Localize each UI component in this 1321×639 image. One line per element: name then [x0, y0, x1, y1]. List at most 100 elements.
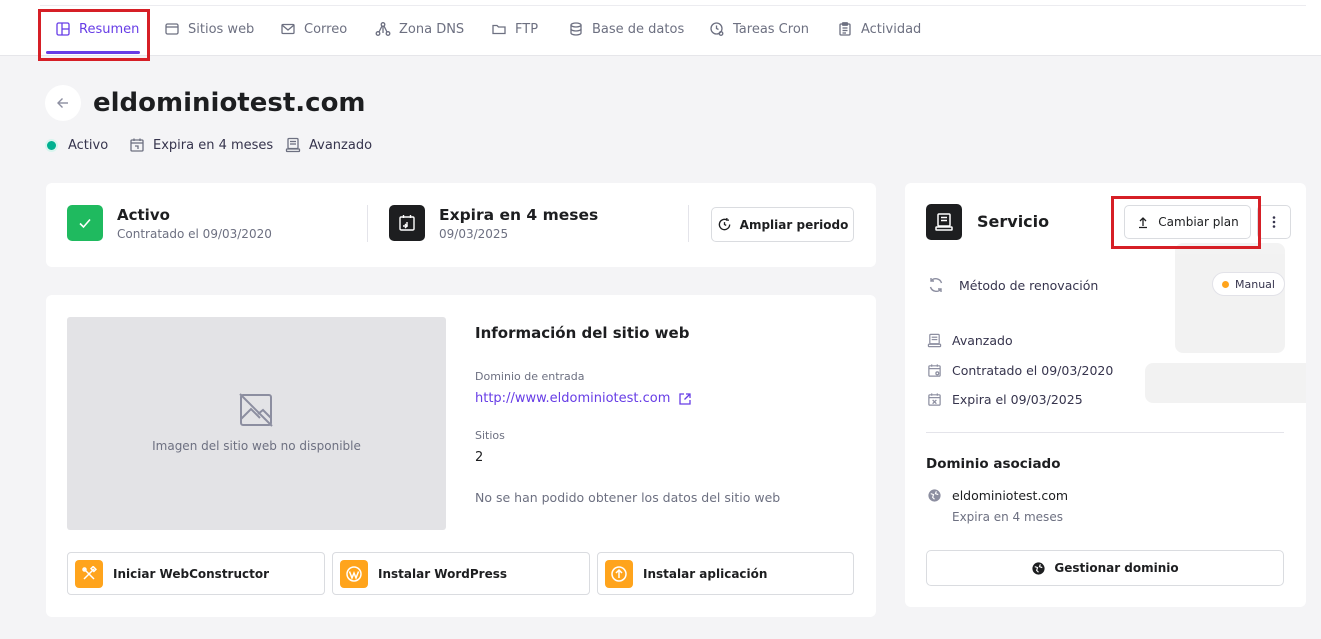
tab-sitios-web[interactable]: Sitios web: [164, 18, 254, 40]
renewal-method-row: Método de renovación: [927, 275, 1098, 295]
calendar-arrow-icon: [389, 205, 425, 241]
tools-icon: [75, 559, 103, 588]
upload-icon: [605, 559, 633, 588]
tab-actividad[interactable]: Actividad: [837, 18, 921, 40]
header-status-label: Activo: [68, 137, 109, 153]
manage-domain-button[interactable]: Gestionar dominio: [926, 550, 1284, 586]
action-label: Iniciar WebConstructor: [113, 566, 270, 581]
tab-label: Actividad: [861, 21, 922, 37]
tab-resumen[interactable]: Resumen: [55, 18, 139, 40]
plan-row: Avanzado: [927, 330, 1013, 350]
database-icon: [570, 22, 582, 36]
refresh-clock-icon: [718, 217, 730, 231]
install-wordpress-button[interactable]: Instalar WordPress: [332, 552, 590, 595]
clock-icon: [710, 22, 724, 36]
contracted-label: Contratado el 09/03/2020: [952, 362, 1114, 378]
server-icon: [927, 333, 942, 347]
divider: [367, 205, 368, 242]
renewal-badge-label: Manual: [1235, 277, 1275, 291]
calendar-x-icon: [928, 392, 941, 406]
domain-expiry: Expira en 4 meses: [952, 510, 1063, 524]
status-expiry: Expira en 4 meses 09/03/2025: [389, 205, 598, 243]
site-preview-placeholder: Imagen del sitio web no disponible: [67, 317, 446, 530]
change-plan-button[interactable]: Cambiar plan: [1124, 205, 1251, 239]
manage-domain-label: Gestionar dominio: [1054, 561, 1179, 575]
tab-base-de-datos[interactable]: Base de datos: [568, 18, 684, 40]
image-unavailable-text: Imagen del sitio web no disponible: [152, 439, 361, 453]
status-active-title: Activo: [117, 206, 170, 224]
header-status: Activo: [47, 135, 108, 155]
site-info-title: Información del sitio web: [475, 324, 690, 342]
renewal-method-label: Método de renovación: [959, 277, 1099, 293]
divider: [688, 205, 689, 242]
image-off-icon: [239, 393, 273, 427]
action-label: Instalar aplicación: [643, 566, 768, 581]
site-data-error: No se han podido obtener los datos del s…: [475, 490, 781, 505]
contracted-row: Contratado el 09/03/2020: [927, 360, 1113, 380]
sites-label: Sitios: [475, 429, 505, 442]
site-card: Imagen del sitio web no disponible Infor…: [46, 295, 876, 617]
status-active-sub: Contratado el 09/03/2020: [117, 227, 272, 241]
tab-label: Sitios web: [188, 21, 255, 37]
tab-label: Base de datos: [592, 21, 685, 37]
server-watermark-icon: [1145, 243, 1306, 403]
action-label: Instalar WordPress: [378, 566, 507, 581]
globe-icon: [1032, 561, 1045, 575]
divider: [926, 432, 1284, 433]
status-card: Activo Contratado el 09/03/2020 Expira e…: [46, 183, 876, 267]
tab-tareas-cron[interactable]: Tareas Cron: [709, 18, 809, 40]
expires-label: Expira el 09/03/2025: [952, 391, 1083, 407]
status-expiry-title: Expira en 4 meses: [439, 206, 599, 224]
start-webconstructor-button[interactable]: Iniciar WebConstructor: [67, 552, 325, 595]
external-link-icon: [679, 392, 692, 405]
entry-domain-link[interactable]: http://www.eldominiotest.com: [475, 391, 692, 406]
tab-zona-dns[interactable]: Zona DNS: [375, 18, 464, 40]
calendar-arrow-icon: [130, 138, 144, 152]
more-options-button[interactable]: [1257, 205, 1291, 239]
service-title: Servicio: [977, 212, 1050, 231]
page-title: eldominiotest.com: [93, 88, 366, 118]
header-expiry-label: Expira en 4 meses: [153, 137, 274, 153]
tab-label: Zona DNS: [399, 21, 465, 37]
associated-domain-title: Dominio asociado: [926, 456, 1061, 472]
badge-dot: [1222, 280, 1229, 288]
folder-icon: [492, 24, 506, 35]
kebab-menu-icon: [1272, 216, 1276, 228]
status-expiry-sub: 09/03/2025: [439, 227, 509, 241]
wordpress-icon: [340, 559, 368, 588]
mail-icon: [281, 23, 295, 35]
server-icon: [285, 137, 301, 153]
tab-label: FTP: [515, 21, 539, 37]
entry-domain-value: http://www.eldominiotest.com: [475, 391, 671, 406]
install-app-button[interactable]: Instalar aplicación: [597, 552, 854, 595]
tab-label: Tareas Cron: [733, 21, 810, 37]
clipboard-icon: [839, 22, 851, 36]
check-icon: [67, 205, 103, 241]
header-plan: Avanzado: [285, 135, 372, 155]
arrow-up-icon: [1139, 217, 1148, 229]
browser-icon: [165, 23, 179, 35]
top-divider: [40, 5, 1306, 6]
sites-value: 2: [475, 450, 484, 465]
network-icon: [375, 22, 391, 36]
tab-correo[interactable]: Correo: [280, 18, 347, 40]
expires-row: Expira el 09/03/2025: [927, 389, 1083, 409]
tab-label: Resumen: [79, 21, 140, 37]
extend-period-button[interactable]: Ampliar periodo: [711, 207, 854, 242]
back-button[interactable]: [45, 85, 81, 121]
plan-label: Avanzado: [952, 332, 1013, 348]
domain-name: eldominiotest.com: [952, 487, 1069, 503]
top-nav: Resumen Sitios web Correo Zona DNS FTP B…: [0, 0, 1321, 56]
layout-icon: [56, 22, 70, 36]
server-icon: [926, 204, 962, 240]
calendar-icon: [928, 363, 941, 377]
entry-domain-label: Dominio de entrada: [475, 370, 585, 383]
status-active: Activo Contratado el 09/03/2020: [67, 205, 272, 243]
header-plan-label: Avanzado: [309, 137, 373, 153]
tab-ftp[interactable]: FTP: [491, 18, 538, 40]
renewal-badge: Manual: [1212, 272, 1285, 296]
domain-row: eldominiotest.com: [927, 485, 1068, 505]
change-plan-label: Cambiar plan: [1158, 215, 1239, 229]
service-card: Servicio Cambiar plan Método de renovaci…: [905, 183, 1306, 607]
extend-period-label: Ampliar periodo: [739, 217, 849, 232]
